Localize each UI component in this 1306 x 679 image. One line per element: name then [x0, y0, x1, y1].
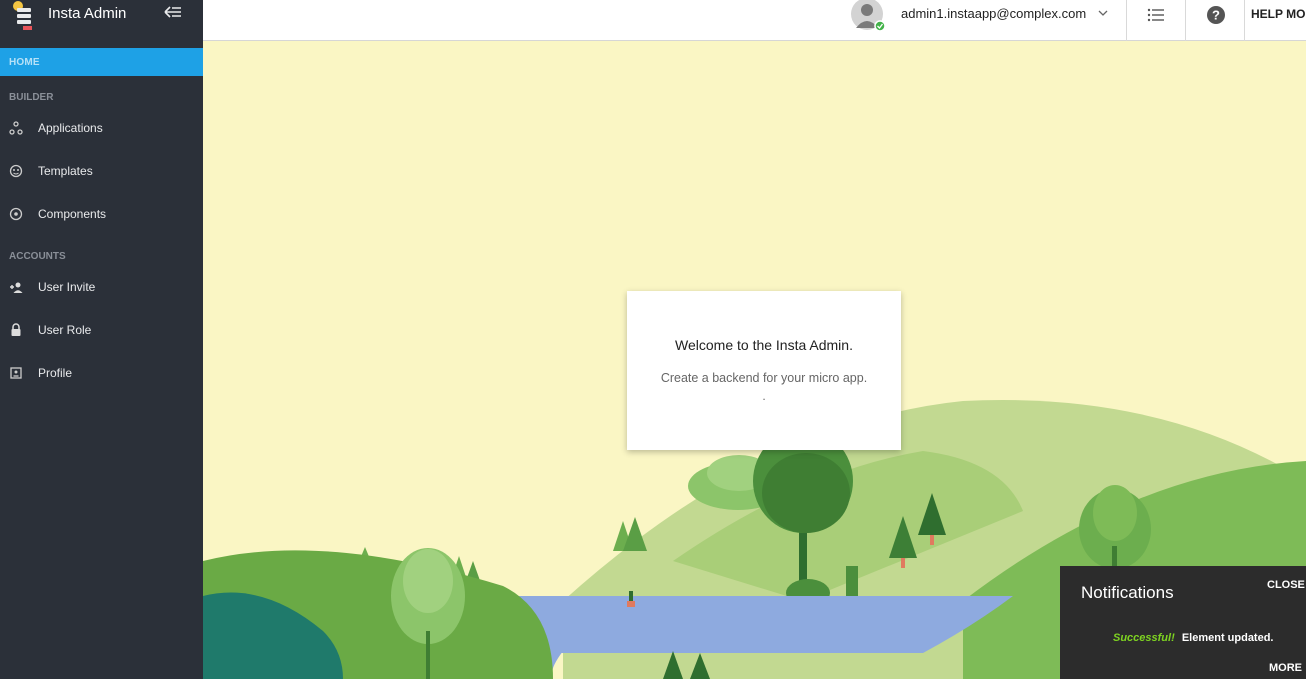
- notification-message: Successful! Element updated.: [1113, 632, 1274, 644]
- sidebar-item-templates[interactable]: Templates: [0, 149, 203, 192]
- brand: Insta Admin: [0, 0, 203, 30]
- sidebar-item-user-invite[interactable]: User Invite: [0, 265, 203, 308]
- sidebar-item-components[interactable]: Components: [0, 192, 203, 235]
- user-avatar-icon[interactable]: [850, 0, 886, 32]
- notifications-panel: Notifications CLOSE Successful! Element …: [1060, 566, 1306, 679]
- sidebar-item-label: User Role: [38, 322, 92, 337]
- sidebar-item-label: User Invite: [38, 279, 96, 294]
- sidebar: Insta Admin HOME BUILDER Applications Te…: [0, 0, 203, 679]
- templates-icon: [9, 164, 23, 178]
- section-builder: BUILDER: [9, 92, 54, 103]
- lock-icon: [9, 322, 23, 337]
- notifications-close-button[interactable]: CLOSE: [1267, 579, 1305, 591]
- sidebar-item-label: Templates: [38, 163, 93, 178]
- help-icon[interactable]: ?: [1206, 5, 1226, 25]
- app-title: Insta Admin: [48, 4, 127, 22]
- notification-status: Successful!: [1113, 632, 1175, 644]
- app-logo-icon: [13, 1, 32, 30]
- sidebar-item-label: Applications: [38, 120, 103, 135]
- list-icon[interactable]: [1147, 7, 1165, 23]
- sidebar-item-home-label: HOME: [9, 56, 40, 68]
- profile-icon: [9, 366, 23, 380]
- welcome-subtitle: Create a backend for your micro app.: [660, 371, 868, 385]
- sidebar-item-label: Profile: [38, 365, 73, 380]
- svg-text:?: ?: [1212, 8, 1220, 23]
- welcome-card: Welcome to the Insta Admin. Create a bac…: [627, 291, 901, 450]
- components-icon: [9, 207, 23, 221]
- welcome-title: Welcome to the Insta Admin.: [675, 337, 853, 353]
- header-divider: [1244, 0, 1245, 41]
- notification-text: Element updated.: [1181, 632, 1274, 644]
- sidebar-item-label: Components: [38, 206, 107, 221]
- user-invite-icon: [9, 280, 23, 294]
- applications-icon: [9, 120, 23, 135]
- help-menu-button[interactable]: HELP MO: [1251, 7, 1305, 21]
- header-divider: [1185, 0, 1186, 41]
- sidebar-item-home[interactable]: HOME: [0, 48, 203, 76]
- notifications-more-button[interactable]: MORE: [1269, 662, 1302, 674]
- sidebar-item-user-role[interactable]: User Role: [0, 308, 203, 351]
- top-header: admin1.instaapp@complex.com ? HELP MO: [203, 0, 1306, 41]
- sidebar-item-profile[interactable]: Profile: [0, 351, 203, 394]
- user-email[interactable]: admin1.instaapp@complex.com: [901, 6, 1086, 21]
- welcome-dot: .: [762, 389, 766, 403]
- section-accounts: ACCOUNTS: [9, 251, 66, 262]
- notifications-title: Notifications: [1081, 583, 1174, 602]
- collapse-sidebar-icon[interactable]: [164, 5, 182, 19]
- header-divider: [1126, 0, 1127, 41]
- sidebar-item-applications[interactable]: Applications: [0, 106, 203, 149]
- chevron-down-icon[interactable]: [1098, 9, 1108, 17]
